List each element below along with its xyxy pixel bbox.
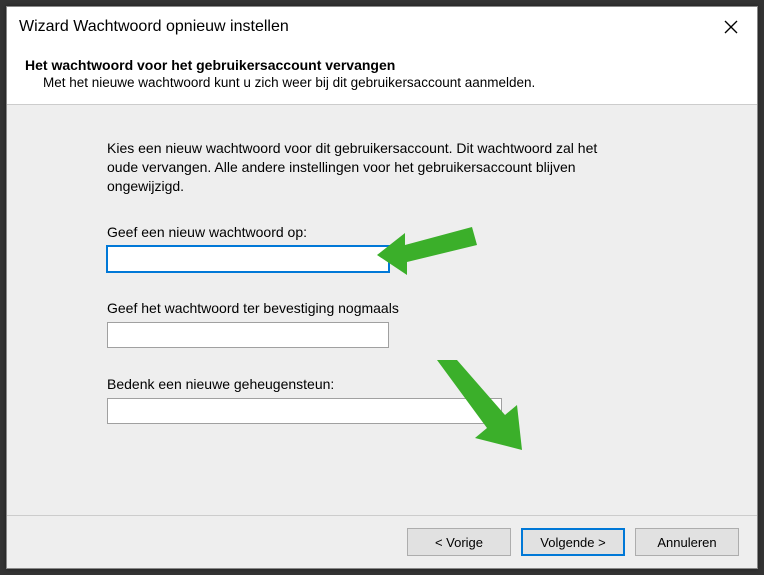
confirm-password-label: Geef het wachtwoord ter bevestiging nogm… xyxy=(107,300,697,316)
wizard-footer: < Vorige Volgende > Annuleren xyxy=(7,515,757,568)
dialog-title: Wizard Wachtwoord opnieuw instellen xyxy=(19,18,289,36)
cancel-button[interactable]: Annuleren xyxy=(635,528,739,556)
new-password-group: Geef een nieuw wachtwoord op: xyxy=(107,224,697,272)
instruction-text: Kies een nieuw wachtwoord voor dit gebru… xyxy=(107,139,627,196)
wizard-body: Kies een nieuw wachtwoord voor dit gebru… xyxy=(7,105,757,515)
hint-input[interactable] xyxy=(107,398,502,424)
header-subtext: Met het nieuwe wachtwoord kunt u zich we… xyxy=(25,75,739,90)
confirm-password-input[interactable] xyxy=(107,322,389,348)
wizard-dialog: Wizard Wachtwoord opnieuw instellen Het … xyxy=(6,6,758,569)
header-headline: Het wachtwoord voor het gebruikersaccoun… xyxy=(25,57,739,73)
new-password-input[interactable] xyxy=(107,246,389,272)
confirm-password-group: Geef het wachtwoord ter bevestiging nogm… xyxy=(107,300,697,348)
titlebar: Wizard Wachtwoord opnieuw instellen xyxy=(7,7,757,47)
back-button[interactable]: < Vorige xyxy=(407,528,511,556)
hint-label: Bedenk een nieuwe geheugensteun: xyxy=(107,376,697,392)
wizard-header: Het wachtwoord voor het gebruikersaccoun… xyxy=(7,47,757,105)
close-icon[interactable] xyxy=(715,13,747,41)
hint-group: Bedenk een nieuwe geheugensteun: xyxy=(107,376,697,424)
next-button[interactable]: Volgende > xyxy=(521,528,625,556)
new-password-label: Geef een nieuw wachtwoord op: xyxy=(107,224,697,240)
